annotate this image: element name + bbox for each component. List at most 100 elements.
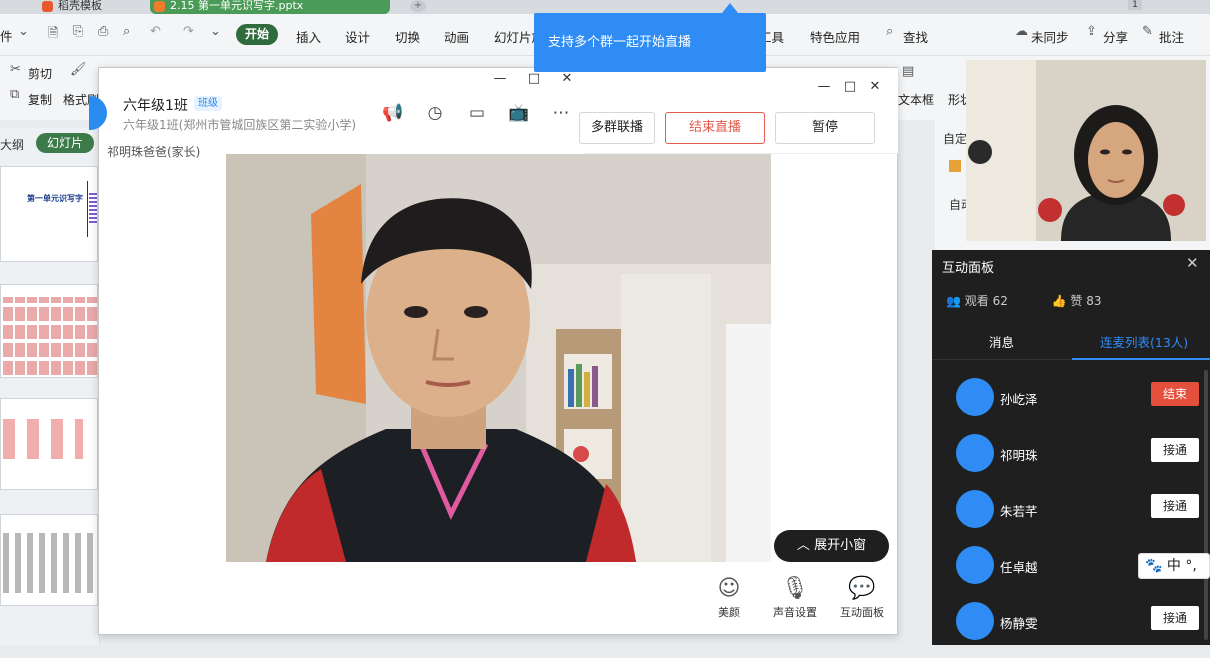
brush-icon: 🖌 — [70, 62, 87, 77]
beauty-button[interactable]: ☺ 美颜 — [697, 574, 761, 620]
cut-button[interactable]: 剪切 — [28, 65, 52, 82]
interaction-panel-button[interactable]: 💬 互动面板 — [830, 574, 894, 620]
menu-animation[interactable]: 动画 — [444, 27, 469, 46]
copy-icon: ⧉ — [10, 87, 20, 102]
tab-label: 稻壳模板 — [58, 0, 102, 12]
likes-label: 赞 — [1070, 294, 1083, 308]
comment-button[interactable]: 批注 — [1159, 27, 1184, 46]
participant-name: 祁明珠 — [1000, 448, 1038, 463]
end-call-button[interactable]: 结束 — [1151, 382, 1199, 406]
title-bar: 稻壳模板 2.15 第一单元识写字.pptx + 1 — [0, 0, 1210, 14]
tab-label: 2.15 第一单元识写字.pptx — [170, 0, 304, 12]
menu-start[interactable]: 开始 — [236, 24, 278, 45]
list-item: 祁明珠 接通 — [932, 434, 1210, 490]
live-tv-icon — [956, 490, 994, 528]
scrollbar[interactable] — [1204, 370, 1208, 640]
expand-label: 展开小窗 — [814, 538, 867, 553]
share-icon[interactable]: ⇪ — [1086, 24, 1097, 39]
participant-name: 杨静雯 — [1000, 616, 1038, 631]
participant-name: 孙屹泽 — [1000, 392, 1038, 407]
tooltip-arrow — [722, 3, 738, 13]
live-tv-icon — [956, 602, 994, 640]
maximize-icon[interactable]: □ — [841, 78, 859, 96]
close-icon[interactable]: ✕ — [558, 70, 576, 88]
connect-button[interactable]: 接通 — [1151, 606, 1199, 630]
history-clock-icon[interactable]: ◷ — [424, 102, 446, 124]
tab-pptx-document[interactable]: 2.15 第一单元识写字.pptx — [150, 0, 390, 14]
interaction-panel: 互动面板 ✕ 👥 观看 62 👍 赞 83 消息 连麦列表(13人) 孙屹泽 结… — [932, 250, 1210, 645]
connect-button[interactable]: 接通 — [1151, 494, 1199, 518]
live-stream-window: 六年级1班 班级 六年级1班(郑州市管城回族区第二实验小学) 📢 ◷ ▭ 📺 ⋯… — [89, 67, 898, 635]
minimize-icon[interactable]: — — [491, 70, 509, 88]
menu-insert[interactable]: 插入 — [296, 27, 321, 46]
print-icon[interactable]: ⎙ — [98, 24, 108, 39]
sound-settings-button[interactable]: 🎙 声音设置 — [763, 574, 827, 620]
punctuation-icon: °, — [1185, 558, 1197, 574]
list-item: 朱若芊 接通 — [932, 490, 1210, 546]
outline-tab[interactable]: 大纲 — [0, 136, 24, 153]
fill-color-icon[interactable] — [949, 160, 961, 172]
menu-special[interactable]: 特色应用 — [810, 27, 860, 46]
close-icon[interactable]: ✕ — [1186, 254, 1199, 272]
class-badge: 班级 — [194, 96, 222, 111]
live-tv-icon — [956, 434, 994, 472]
maximize-icon[interactable]: □ — [525, 70, 543, 88]
expand-mini-window-button[interactable]: ︿ 展开小窗 — [774, 530, 889, 562]
close-icon[interactable]: ✕ — [866, 78, 884, 96]
slide-thumbnail-2[interactable] — [0, 284, 98, 378]
window-badge: 1 — [1128, 0, 1142, 10]
pause-button[interactable]: 暂停 — [775, 112, 875, 144]
minimize-icon[interactable]: — — [815, 78, 833, 96]
slide-thumbnail-4[interactable] — [0, 514, 98, 606]
student-video-illustration — [226, 154, 771, 562]
comment-icon[interactable]: ✎ — [1142, 24, 1153, 39]
end-live-button[interactable]: 结束直播 — [665, 112, 765, 144]
custom-label: 自定 — [943, 132, 968, 146]
tab-daoke-template[interactable]: 稻壳模板 — [38, 0, 148, 14]
ppt-file-icon — [154, 1, 165, 12]
tab-mic-list[interactable]: 连麦列表(13人) — [1100, 332, 1188, 351]
group-header: 六年级1班 班级 六年级1班(郑州市管城回族区第二实验小学) 📢 ◷ ▭ 📺 ⋯… — [89, 68, 585, 146]
connect-button[interactable]: 接通 — [1151, 438, 1199, 462]
search-icon[interactable]: ⌕ — [886, 24, 893, 39]
live-tv-icon[interactable]: 📺 — [508, 102, 530, 124]
announcement-icon[interactable]: 📢 — [382, 102, 404, 124]
cloud-sync-icon[interactable]: ☁ — [1015, 24, 1028, 39]
viewers-count: 62 — [992, 294, 1008, 308]
list-item: 杨静雯 接通 — [932, 602, 1210, 658]
multi-group-broadcast-button[interactable]: 多群联播 — [579, 112, 655, 144]
sound-label: 声音设置 — [773, 606, 817, 619]
chat-bubble-icon: 💬 — [848, 576, 876, 601]
more-icon[interactable]: ⋯ — [550, 102, 572, 124]
class-school: 六年级1班(郑州市管城回族区第二实验小学) — [123, 118, 356, 132]
save-icon[interactable]: 🗎 — [48, 24, 58, 46]
export-icon[interactable]: ⎘ — [73, 24, 83, 39]
search-label[interactable]: 查找 — [903, 27, 928, 46]
file-menu[interactable]: 件 — [0, 26, 13, 45]
class-name: 六年级1班 — [123, 98, 188, 114]
print-preview-icon[interactable]: ⌕ — [123, 24, 130, 39]
panel-stats: 👥 观看 62 👍 赞 83 — [946, 292, 1101, 309]
redo-icon[interactable]: ↷ — [183, 24, 194, 39]
panel-title: 互动面板 — [942, 261, 995, 276]
sync-status[interactable]: 未同步 — [1031, 27, 1069, 46]
more-chevron-icon[interactable]: ⌄ — [210, 24, 221, 39]
menu-design[interactable]: 设计 — [345, 27, 370, 46]
beauty-label: 美颜 — [718, 606, 740, 619]
ime-toolbar[interactable]: 🐾 中 °, — [1138, 553, 1210, 579]
menu-transition[interactable]: 切换 — [395, 27, 420, 46]
textbox-button[interactable]: 文本框 — [898, 91, 934, 108]
new-tab-icon[interactable]: + — [410, 0, 426, 12]
smile-icon: ☺ — [717, 576, 741, 601]
folder-icon[interactable]: ▭ — [466, 102, 488, 124]
share-button[interactable]: 分享 — [1103, 27, 1128, 46]
group-avatar — [89, 96, 107, 130]
undo-icon[interactable]: ↶ — [150, 24, 161, 39]
tab-messages[interactable]: 消息 — [989, 332, 1014, 351]
chevron-down-icon[interactable]: ⌄ — [18, 24, 29, 39]
slide-thumbnail-1[interactable]: 第一单元识写字 — [0, 166, 98, 262]
copy-button[interactable]: 复制 — [28, 91, 52, 108]
slides-tab[interactable]: 幻灯片 — [36, 133, 94, 153]
panel-tabs: 消息 连麦列表(13人) — [932, 320, 1210, 360]
slide-thumbnail-3[interactable] — [0, 398, 98, 490]
